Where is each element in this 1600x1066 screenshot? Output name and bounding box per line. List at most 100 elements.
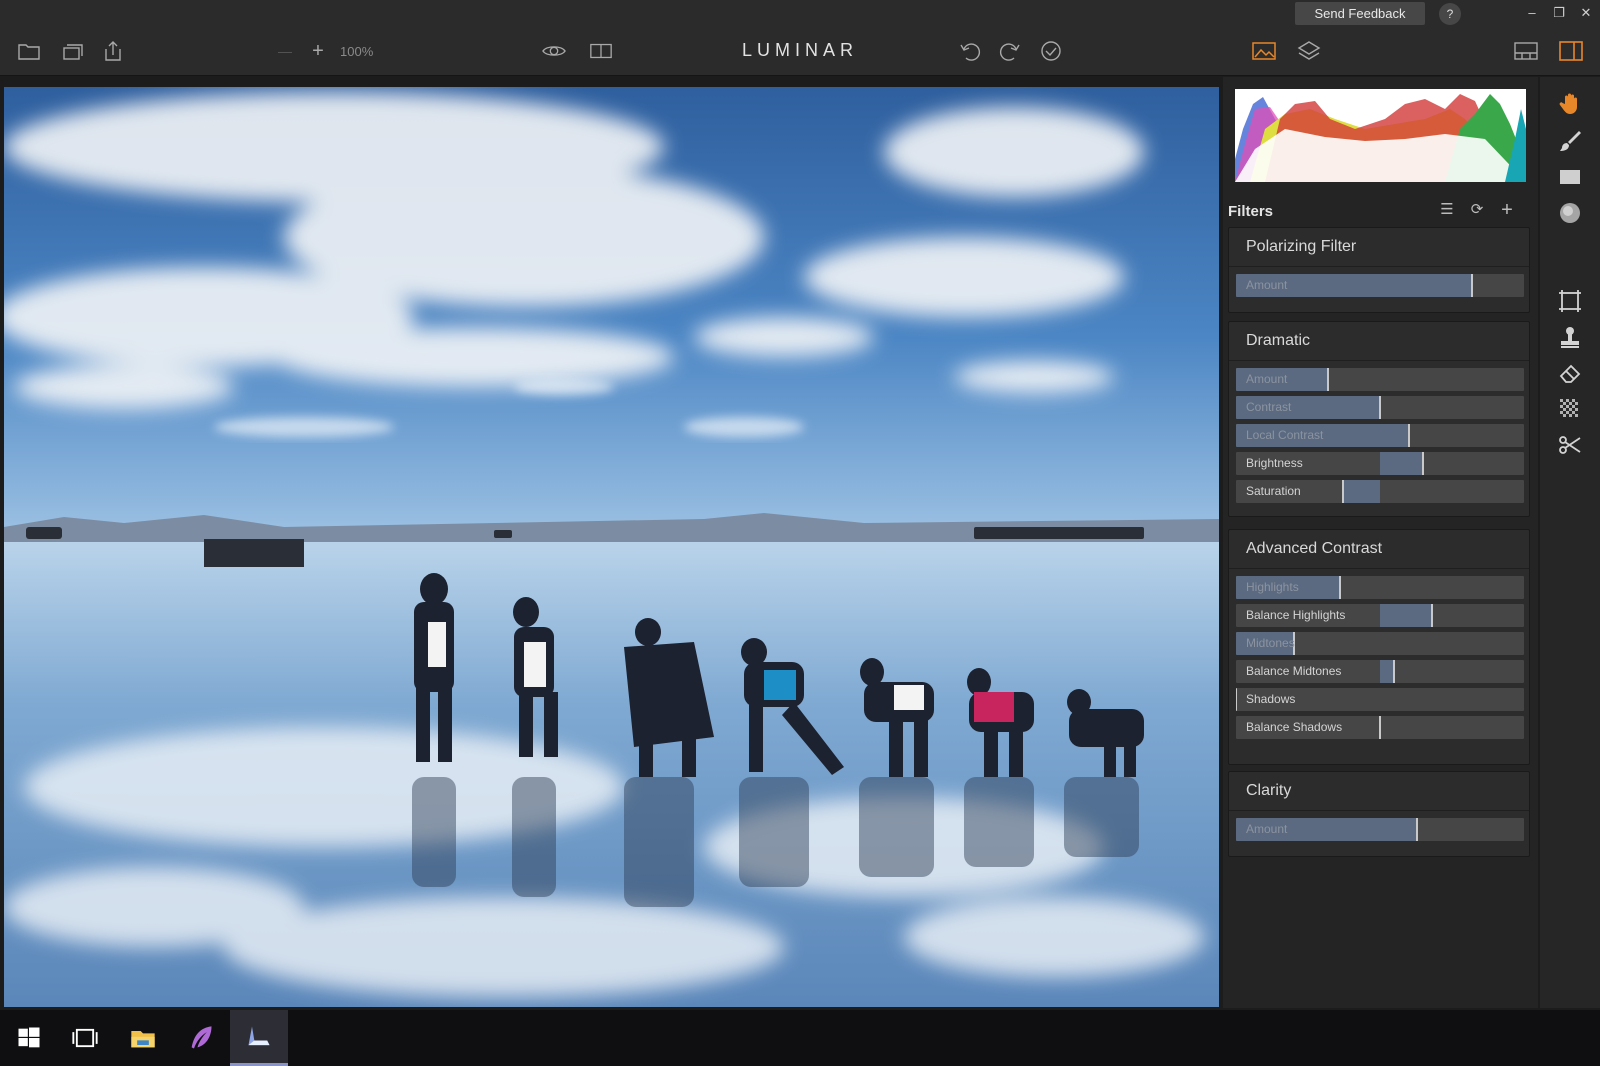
filter-card-advanced-contrast: Advanced Contrast Highlights Balance Highl…: [1228, 529, 1530, 765]
slider-amount[interactable]: Amount: [1236, 818, 1524, 841]
filters-header: Filters ☰ ⟳ +: [1223, 197, 1538, 223]
undo-icon[interactable]: [958, 39, 984, 63]
slider-brightness[interactable]: Brightness: [1236, 452, 1524, 475]
slider-local-contrast[interactable]: Local Contrast: [1236, 424, 1524, 447]
slider-thumb[interactable]: [1341, 480, 1344, 503]
compare-icon[interactable]: [586, 39, 616, 63]
eraser-icon[interactable]: [1555, 359, 1585, 387]
card-divider: [1229, 266, 1529, 267]
file-explorer-icon[interactable]: [114, 1010, 172, 1066]
slider-fill: [1342, 480, 1380, 503]
slider-thumb[interactable]: [1393, 660, 1396, 683]
card-divider: [1229, 360, 1529, 361]
slider-highlights[interactable]: Highlights: [1236, 576, 1524, 599]
slider-thumb[interactable]: [1379, 716, 1381, 739]
slider-label: Amount: [1246, 822, 1288, 836]
gradient-icon[interactable]: [1555, 163, 1585, 191]
slider-amount[interactable]: Amount: [1236, 368, 1524, 391]
slider-contrast[interactable]: Contrast: [1236, 396, 1524, 419]
filters-panel: Filters ☰ ⟳ + Polarizing Filter Amount Dra…: [1223, 77, 1538, 1008]
help-button[interactable]: ?: [1439, 3, 1461, 25]
close-button[interactable]: ✕: [1576, 4, 1596, 22]
card-divider: [1229, 568, 1529, 569]
hand-icon[interactable]: [1555, 90, 1585, 118]
slider-saturation[interactable]: Saturation: [1236, 480, 1524, 503]
zoom-out-button[interactable]: —: [272, 39, 298, 63]
crop-icon[interactable]: [1555, 287, 1585, 315]
photo-canvas[interactable]: [4, 87, 1219, 1007]
slider-label: Highlights: [1246, 580, 1299, 594]
folder-icon[interactable]: [16, 39, 42, 63]
slider-label: Shadows: [1246, 692, 1296, 706]
slider-label: Midtones: [1246, 636, 1295, 650]
single-view-icon[interactable]: [1513, 39, 1539, 63]
feather-app-icon[interactable]: [172, 1010, 230, 1066]
slider-thumb[interactable]: [1379, 396, 1381, 419]
slider-label: Balance Highlights: [1246, 608, 1346, 622]
photo-image: [4, 87, 1219, 1007]
restore-button[interactable]: ❐: [1549, 4, 1569, 22]
tool-strip: [1540, 77, 1600, 1008]
add-filter-icon[interactable]: +: [1497, 200, 1517, 220]
layers-icon[interactable]: [1296, 39, 1322, 63]
slider-label: Amount: [1246, 278, 1288, 292]
slider-label: Balance Shadows: [1246, 720, 1343, 734]
slider-thumb[interactable]: [1422, 452, 1425, 475]
refresh-icon[interactable]: ⟳: [1467, 201, 1487, 219]
slider-fill: [1380, 660, 1395, 683]
zoom-level[interactable]: 100%: [340, 44, 373, 59]
noise-icon[interactable]: [1555, 395, 1585, 423]
share-icon[interactable]: [100, 39, 126, 63]
slider-balance-highlights[interactable]: Balance Highlights: [1236, 604, 1524, 627]
filters-title: Filters: [1228, 203, 1274, 220]
filter-card-title[interactable]: Polarizing Filter: [1246, 238, 1356, 256]
send-feedback-button[interactable]: Send Feedback: [1295, 2, 1425, 25]
slider-thumb[interactable]: [1236, 688, 1237, 711]
slider-thumb[interactable]: [1327, 368, 1330, 391]
zoom-in-button[interactable]: +: [305, 39, 331, 63]
windows-start-icon[interactable]: [0, 1010, 58, 1066]
zoom-out-label: —: [278, 43, 292, 59]
title-bar: Send Feedback ? – ❐ ✕: [0, 0, 1600, 27]
slider-label: Local Contrast: [1246, 428, 1324, 442]
clone-stamp-icon[interactable]: [1555, 323, 1585, 351]
filter-list-icon[interactable]: ☰: [1437, 201, 1457, 219]
slider-label: Amount: [1246, 372, 1288, 386]
luminar-app-icon[interactable]: [230, 1010, 288, 1066]
slider-thumb[interactable]: [1338, 576, 1341, 599]
transform-icon[interactable]: [1555, 431, 1585, 459]
side-panel-icon[interactable]: [1558, 39, 1584, 63]
card-divider: [1229, 810, 1529, 811]
app-brand: LUMINAR: [741, 40, 858, 60]
filter-card-title[interactable]: Advanced Contrast: [1246, 540, 1382, 558]
main-toolbar: — + 100% LUMINAR: [0, 27, 1600, 76]
filter-card-title[interactable]: Dramatic: [1246, 332, 1310, 350]
image-stack-icon[interactable]: [60, 39, 86, 63]
redo-icon[interactable]: [996, 39, 1022, 63]
slider-fill: [1380, 452, 1424, 475]
slider-label: Brightness: [1246, 456, 1303, 470]
slider-label: Balance Midtones: [1246, 664, 1342, 678]
slider-thumb[interactable]: [1416, 818, 1419, 841]
task-view-icon[interactable]: [56, 1010, 114, 1066]
slider-label: Contrast: [1246, 400, 1292, 414]
minimize-button[interactable]: –: [1522, 4, 1542, 22]
filter-card-clarity: Clarity Amount: [1228, 771, 1530, 857]
filter-card-title[interactable]: Clarity: [1246, 782, 1291, 800]
slider-midtones[interactable]: Midtones: [1236, 632, 1524, 655]
brush-icon[interactable]: [1555, 127, 1585, 155]
slider-thumb[interactable]: [1407, 424, 1410, 447]
slider-thumb[interactable]: [1471, 274, 1474, 297]
slider-shadows[interactable]: Shadows: [1236, 688, 1524, 711]
slider-amount[interactable]: Amount: [1236, 274, 1524, 297]
histogram: [1235, 89, 1526, 182]
radial-icon[interactable]: [1555, 199, 1585, 227]
slider-balance-shadows[interactable]: Balance Shadows: [1236, 716, 1524, 739]
check-icon[interactable]: [1038, 39, 1064, 63]
slider-balance-midtones[interactable]: Balance Midtones: [1236, 660, 1524, 683]
taskbar: [0, 1010, 1600, 1066]
eye-icon[interactable]: [539, 39, 569, 63]
histogram-toggle-icon[interactable]: [1251, 39, 1277, 63]
histogram-graph: [1235, 89, 1526, 182]
slider-thumb[interactable]: [1430, 604, 1433, 627]
